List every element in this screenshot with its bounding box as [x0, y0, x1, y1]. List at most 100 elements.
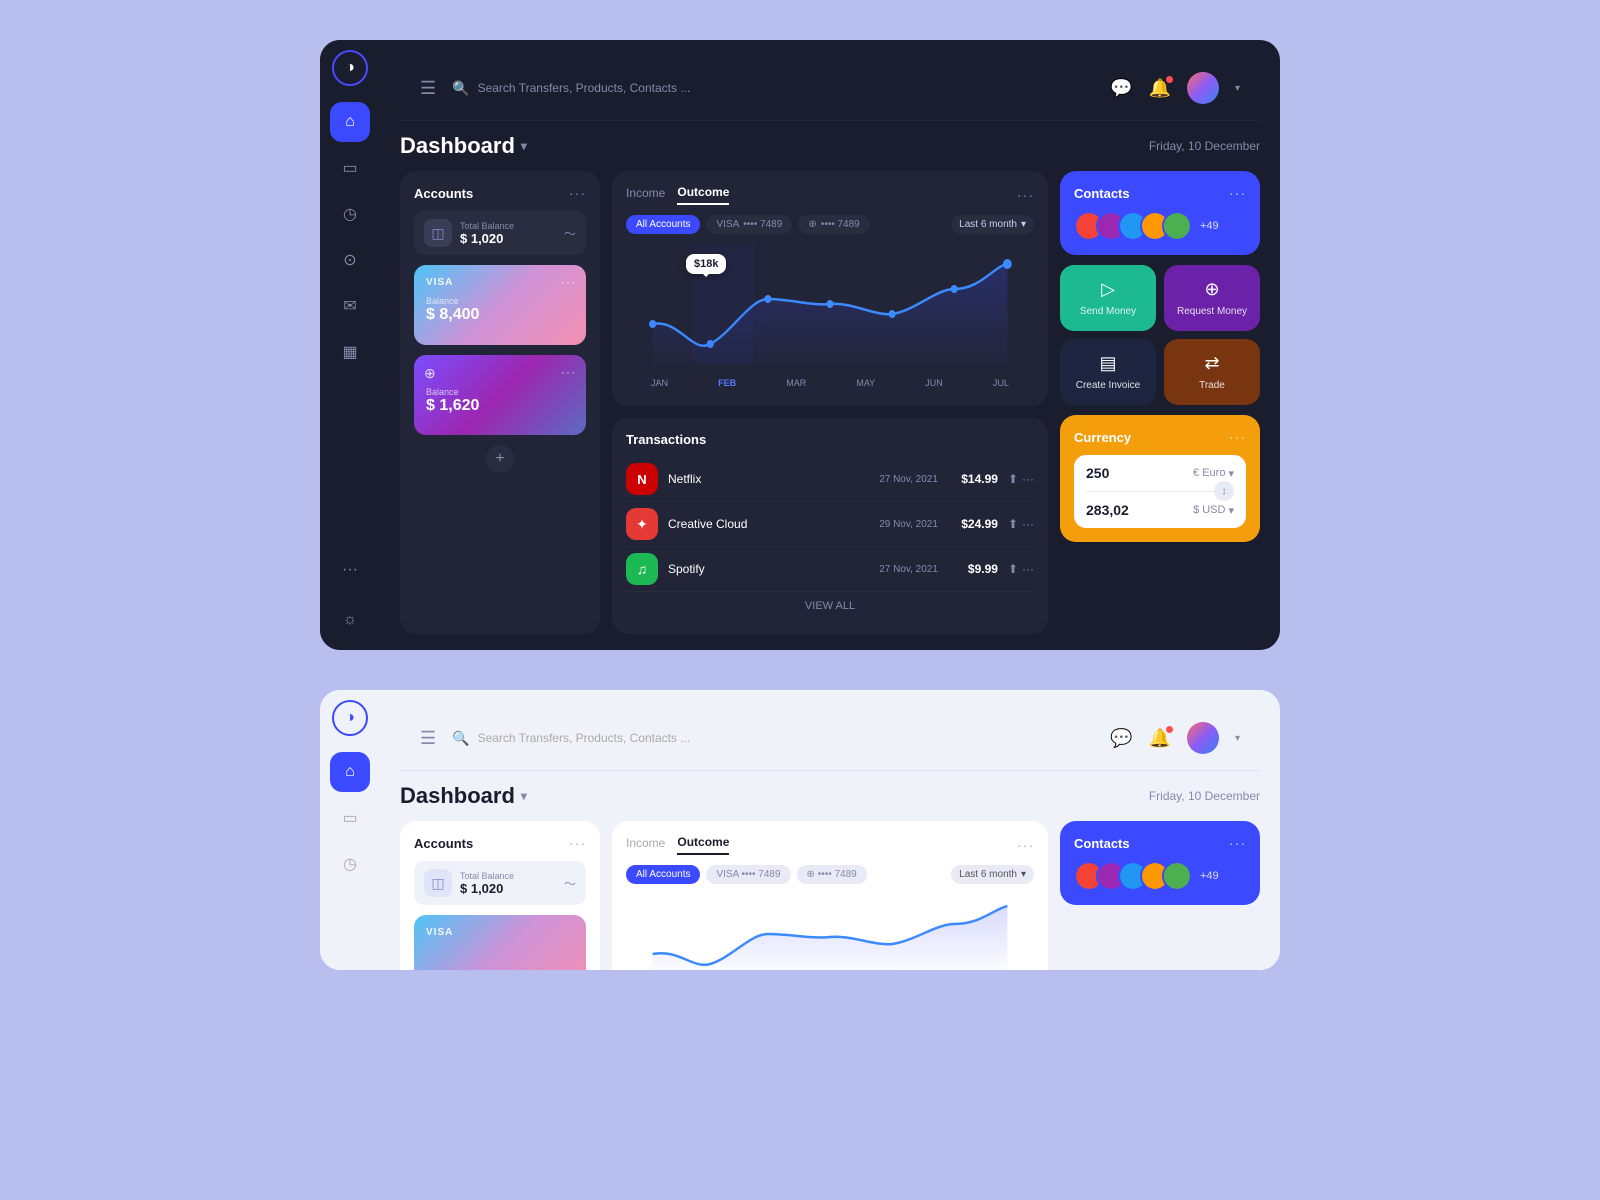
tab-income-light[interactable]: Income: [626, 836, 665, 854]
filter-mc[interactable]: ⊕ •••• 7489: [798, 215, 869, 234]
sidebar-item-settings[interactable]: ⊙: [330, 240, 370, 280]
sidebar-item-cards-light[interactable]: ▭: [330, 798, 370, 838]
balance-amount: $ 1,020: [460, 231, 556, 246]
contacts-more-button-light[interactable]: ···: [1229, 835, 1246, 851]
label-jan: JAN: [651, 378, 668, 388]
sidebar: ◑ ⌂ ▭ ◷ ⊙ ✉ ▦ ··· ☼: [320, 40, 380, 650]
sidebar-item-cards[interactable]: ▭: [330, 148, 370, 188]
creative-cloud-icon: ✦: [626, 508, 658, 540]
visa-card-light[interactable]: VISA: [414, 915, 586, 970]
trade-button[interactable]: ⇄ Trade: [1164, 339, 1260, 405]
chart-more-button[interactable]: ···: [1017, 187, 1034, 203]
spotify-actions: ⬆ ···: [1008, 562, 1034, 576]
create-invoice-button[interactable]: ▤ Create Invoice: [1060, 339, 1156, 405]
balance-label: Total Balance: [460, 221, 556, 231]
avatar[interactable]: [1187, 72, 1219, 104]
sidebar-item-theme[interactable]: ☼: [330, 600, 370, 640]
sidebar-item-history[interactable]: ◷: [330, 194, 370, 234]
contacts-more-button[interactable]: ···: [1229, 185, 1246, 201]
tab-outcome-light[interactable]: Outcome: [677, 835, 729, 855]
request-money-button[interactable]: ⊕ Request Money: [1164, 265, 1260, 331]
sidebar-item-messages[interactable]: ✉: [330, 286, 370, 326]
page-title-chevron-light[interactable]: ▾: [521, 789, 527, 803]
mastercard-card[interactable]: ⊕ ··· Balance $ 1,620: [414, 355, 586, 435]
label-jul: JUL: [993, 378, 1009, 388]
netflix-actions: ⬆ ···: [1008, 472, 1034, 486]
visa-balance-label: Balance: [426, 296, 574, 306]
total-balance-row-light: ◫ Total Balance $ 1,020 〜: [414, 861, 586, 905]
sidebar-item-more[interactable]: ···: [330, 550, 370, 590]
period-select-light[interactable]: Last 6 month ▾: [951, 865, 1034, 884]
filter-visa-light[interactable]: VISA •••• 7489: [706, 865, 790, 884]
currency-swap-button[interactable]: ↕: [1214, 481, 1234, 501]
spotify-more-icon[interactable]: ···: [1022, 562, 1034, 576]
send-money-icon: ▷: [1101, 279, 1115, 300]
filter-mc-light[interactable]: ⊕ •••• 7489: [797, 865, 867, 884]
netflix-more-icon[interactable]: ···: [1022, 472, 1034, 486]
send-money-button[interactable]: ▷ Send Money: [1060, 265, 1156, 331]
accounts-panel: Accounts ··· ◫ Total Balance $ 1,020 〜 V…: [400, 171, 600, 634]
contact-avatar-5: [1162, 211, 1192, 241]
label-jun: JUN: [925, 378, 943, 388]
sidebar-item-history-light[interactable]: ◷: [330, 844, 370, 884]
creative-cloud-date: 29 Nov, 2021: [879, 519, 938, 530]
spotify-upload-icon[interactable]: ⬆: [1008, 562, 1018, 576]
notification-dot: [1166, 76, 1173, 83]
sidebar-item-home[interactable]: ⌂: [330, 102, 370, 142]
filter-visa[interactable]: VISA •••• 7489: [706, 215, 792, 234]
currency-to-chevron-icon[interactable]: ▾: [1228, 504, 1234, 517]
chat-icon[interactable]: 💬: [1110, 78, 1132, 99]
spotify-icon: ♫: [626, 553, 658, 585]
chart-filters: All Accounts VISA •••• 7489 ⊕ •••• 7489 …: [626, 215, 1034, 234]
currency-more-button[interactable]: ···: [1229, 429, 1246, 445]
accounts-more-button[interactable]: ···: [569, 185, 586, 201]
topnav: ☰ 🔍 Search Transfers, Products, Contacts…: [400, 56, 1260, 121]
bell-icon-light[interactable]: 🔔: [1149, 728, 1171, 749]
search-placeholder-light: Search Transfers, Products, Contacts ...: [478, 731, 691, 745]
currency-from-value: 250: [1086, 465, 1109, 481]
avatar-chevron-icon[interactable]: ▾: [1235, 83, 1240, 94]
avatar-light[interactable]: [1187, 722, 1219, 754]
add-account-button[interactable]: +: [486, 445, 514, 473]
main-content: ☰ 🔍 Search Transfers, Products, Contacts…: [380, 40, 1280, 650]
accounts-panel-light: Accounts ··· ◫ Total Balance $ 1,020 〜 V…: [400, 821, 600, 970]
search-bar-light[interactable]: 🔍 Search Transfers, Products, Contacts .…: [452, 730, 1094, 747]
filter-all-accounts-light[interactable]: All Accounts: [626, 865, 700, 884]
bell-icon[interactable]: 🔔: [1149, 78, 1171, 99]
creative-cloud-more-icon[interactable]: ···: [1022, 517, 1034, 531]
eye-icon[interactable]: 〜: [564, 225, 576, 242]
hamburger-icon[interactable]: ☰: [420, 78, 436, 99]
view-all-button[interactable]: VIEW ALL: [626, 592, 1034, 620]
visa-card-more-button[interactable]: ···: [561, 275, 576, 289]
tab-income[interactable]: Income: [626, 186, 665, 204]
chart-more-button-light[interactable]: ···: [1017, 837, 1034, 853]
logo[interactable]: ◑: [332, 50, 368, 86]
hamburger-icon-light[interactable]: ☰: [420, 728, 436, 749]
visa-card[interactable]: VISA ··· Balance $ 8,400: [414, 265, 586, 345]
request-money-label: Request Money: [1177, 306, 1247, 317]
page-title-chevron-icon[interactable]: ▾: [521, 139, 527, 153]
accounts-more-button-light[interactable]: ···: [569, 835, 586, 851]
sidebar-item-calendar[interactable]: ▦: [330, 332, 370, 372]
chat-icon-light[interactable]: 💬: [1110, 728, 1132, 749]
mc-filter-number: •••• 7489: [821, 219, 860, 230]
creative-cloud-upload-icon[interactable]: ⬆: [1008, 517, 1018, 531]
page-date-light: Friday, 10 December: [1149, 789, 1260, 803]
tab-outcome[interactable]: Outcome: [677, 185, 729, 205]
period-select[interactable]: Last 6 month ▾: [951, 215, 1034, 234]
mc-card-more-button[interactable]: ···: [561, 365, 576, 379]
dark-dashboard: ◑ ⌂ ▭ ◷ ⊙ ✉ ▦ ··· ☼ ☰ 🔍 Search Transfers…: [320, 40, 1280, 650]
netflix-upload-icon[interactable]: ⬆: [1008, 472, 1018, 486]
chart-panel-light: Income Outcome ··· All Accounts VISA •••…: [612, 821, 1048, 970]
logo-light[interactable]: ◑: [332, 700, 368, 736]
page-date: Friday, 10 December: [1149, 139, 1260, 153]
filter-all-accounts[interactable]: All Accounts: [626, 215, 700, 234]
currency-to-value: 283,02: [1086, 502, 1129, 518]
currency-from-chevron-icon[interactable]: ▾: [1228, 467, 1234, 480]
search-bar[interactable]: 🔍 Search Transfers, Products, Contacts .…: [452, 80, 1094, 97]
sidebar-item-home-light[interactable]: ⌂: [330, 752, 370, 792]
nav-right-light: 💬 🔔 ▾: [1110, 722, 1240, 754]
avatar-chevron-icon-light[interactable]: ▾: [1235, 733, 1240, 744]
spotify-name: Spotify: [668, 562, 869, 576]
eye-icon-light[interactable]: 〜: [564, 875, 576, 892]
